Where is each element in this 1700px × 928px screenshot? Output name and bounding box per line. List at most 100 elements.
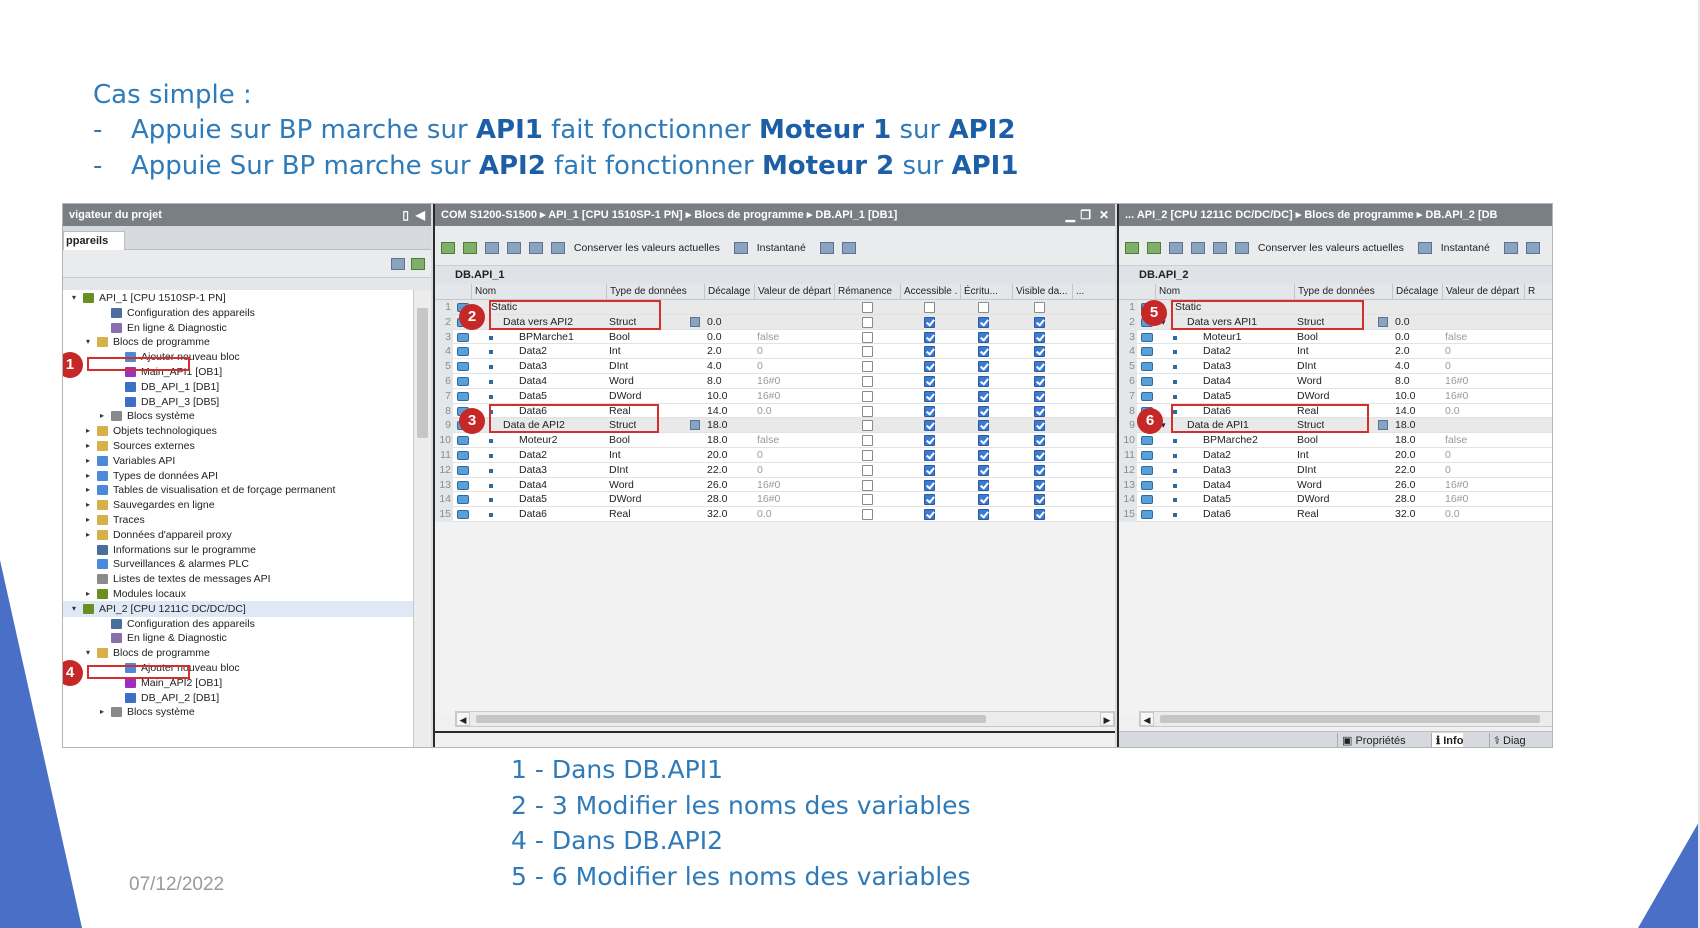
variable-name[interactable]: Data4 (519, 374, 547, 389)
variable-name[interactable]: Data2 (1203, 448, 1231, 463)
checkbox[interactable] (1034, 494, 1045, 506)
tree-item[interactable]: ▸ Blocs système (63, 704, 413, 720)
start-value[interactable]: 16#0 (1445, 478, 1468, 493)
start-value[interactable]: 0 (1445, 448, 1451, 463)
checkbox[interactable] (1034, 479, 1045, 491)
checkbox[interactable] (978, 479, 989, 491)
data-type[interactable]: DWord (609, 492, 641, 507)
tab-properties[interactable]: ▣ Propriétés (1337, 733, 1406, 747)
start-value[interactable]: false (1445, 433, 1467, 448)
checkbox[interactable] (862, 346, 873, 358)
variable-name[interactable]: Data5 (519, 389, 547, 404)
tab-info[interactable]: ℹ Info (1431, 733, 1464, 747)
scroll-right-icon[interactable]: ▶ (1100, 712, 1114, 726)
checkbox[interactable] (978, 494, 989, 506)
start-value[interactable]: 0 (1445, 463, 1451, 478)
minimize-icon[interactable]: ▁ (1066, 204, 1075, 226)
checkbox[interactable] (1034, 346, 1045, 358)
tree-item[interactable]: DB_API_1 [DB1] (63, 379, 413, 395)
start-value[interactable]: 0 (757, 463, 763, 478)
checkbox[interactable] (862, 302, 873, 313)
data-type[interactable]: Bool (1297, 433, 1318, 448)
chevron-icon[interactable]: ▸ (97, 704, 107, 720)
monitor-icon[interactable] (551, 242, 565, 254)
table-row[interactable]: 4 Data2 Int 2.0 0 (1119, 344, 1552, 360)
variable-name[interactable]: Data2 (519, 344, 547, 359)
view-toggle-icon[interactable] (391, 258, 405, 270)
data-type[interactable]: DInt (609, 359, 628, 374)
data-type[interactable]: Word (1297, 478, 1322, 493)
scroll-left-icon[interactable]: ◀ (456, 712, 470, 726)
checkbox[interactable] (1034, 435, 1045, 447)
variable-name[interactable]: Data3 (519, 359, 547, 374)
snapshot-icon[interactable] (1417, 242, 1432, 254)
checkbox[interactable] (1034, 331, 1045, 343)
chevron-icon[interactable]: ▾ (69, 290, 79, 306)
start-value[interactable]: 16#0 (757, 478, 780, 493)
start-value[interactable]: 16#0 (757, 374, 780, 389)
restore-icon[interactable]: ❐ (1080, 204, 1091, 226)
checkbox[interactable] (862, 494, 873, 506)
checkbox[interactable] (924, 509, 935, 521)
column-header[interactable]: R (1524, 284, 1544, 300)
checkbox[interactable] (978, 464, 989, 476)
start-value[interactable]: 0.0 (1445, 507, 1460, 522)
variable-name[interactable]: Data5 (1203, 389, 1231, 404)
monitor-icon[interactable] (1235, 242, 1249, 254)
tree-item[interactable]: ▾ API_1 [CPU 1510SP-1 PN] (63, 290, 413, 306)
tree-item[interactable]: DB_API_2 [DB1] (63, 690, 413, 706)
start-value[interactable]: 0.0 (757, 507, 772, 522)
add-row-icon[interactable] (463, 242, 477, 254)
checkbox[interactable] (862, 376, 873, 387)
chevron-icon[interactable]: ▸ (83, 482, 93, 498)
checkbox[interactable] (862, 435, 873, 447)
snapshot-button[interactable]: Instantané (757, 242, 806, 254)
table-row[interactable]: 5 Data3 DInt 4.0 0 (1119, 359, 1552, 375)
tree-item[interactable]: Configuration des appareils (63, 616, 413, 632)
variable-name[interactable]: Moteur2 (519, 433, 558, 448)
insert-row-icon[interactable] (1125, 242, 1139, 254)
snapshot-icon[interactable] (733, 242, 748, 254)
table-row[interactable]: 3 BPMarche1 Bool 0.0 false (435, 329, 1115, 345)
table-row[interactable]: 15 Data6 Real 32.0 0.0 (1119, 507, 1552, 523)
hscroll-thumb[interactable] (476, 715, 986, 723)
tree-item[interactable]: En ligne & Diagnostic (63, 630, 413, 646)
hscroll-thumb[interactable] (1160, 715, 1540, 723)
checkbox[interactable] (862, 361, 873, 373)
tree-item[interactable]: Listes de textes de messages API (63, 571, 413, 587)
start-value[interactable]: 0 (1445, 359, 1451, 374)
tree-item[interactable]: ▸ Objets technologiques (63, 423, 413, 439)
chevron-icon[interactable]: ▸ (83, 497, 93, 513)
chevron-icon[interactable]: ▸ (83, 512, 93, 528)
table-row[interactable]: 10 BPMarche2 Bool 18.0 false (1119, 433, 1552, 449)
checkbox[interactable] (1034, 361, 1045, 373)
table-row[interactable]: 13 Data4 Word 26.0 16#0 (1119, 477, 1552, 493)
checkbox[interactable] (862, 405, 873, 417)
tree-item[interactable]: ▸ Blocs système (63, 408, 413, 424)
keep-values-button[interactable]: Conserver les valeurs actuelles (1258, 242, 1404, 254)
tree-item[interactable]: ▸ Tables de visualisation et de forçage p… (63, 482, 413, 498)
insert-row-icon[interactable] (441, 242, 455, 254)
column-header[interactable]: Accessible ... (900, 284, 958, 300)
checkbox[interactable] (978, 450, 989, 461)
chevron-icon[interactable]: ▸ (83, 423, 93, 439)
tree-item[interactable]: ▸ Traces (63, 512, 413, 528)
tree-item[interactable]: ▸ Sauvegardes en ligne (63, 497, 413, 513)
tree-item[interactable]: Configuration des appareils (63, 305, 413, 321)
data-type[interactable]: Bool (1297, 330, 1318, 345)
variable-name[interactable]: Data4 (1203, 478, 1231, 493)
chevron-icon[interactable]: ▸ (83, 586, 93, 602)
tree-item[interactable]: Informations sur le programme (63, 542, 413, 558)
table-row[interactable]: 13 Data4 Word 26.0 16#0 (435, 477, 1115, 493)
checkbox[interactable] (1034, 302, 1045, 313)
checkbox[interactable] (1034, 316, 1045, 328)
table-row[interactable]: 5 Data3 DInt 4.0 0 (435, 359, 1115, 375)
tree-item[interactable]: ▸ Types de données API (63, 468, 413, 484)
chevron-icon[interactable]: ▾ (83, 645, 93, 661)
tab-appareils[interactable]: ppareils (63, 231, 125, 251)
checkbox[interactable] (924, 331, 935, 343)
table-row[interactable]: 14 Data5 DWord 28.0 16#0 (1119, 492, 1552, 508)
variable-name[interactable]: Data3 (519, 463, 547, 478)
data-type[interactable]: DInt (609, 463, 628, 478)
start-value[interactable]: 16#0 (1445, 389, 1468, 404)
